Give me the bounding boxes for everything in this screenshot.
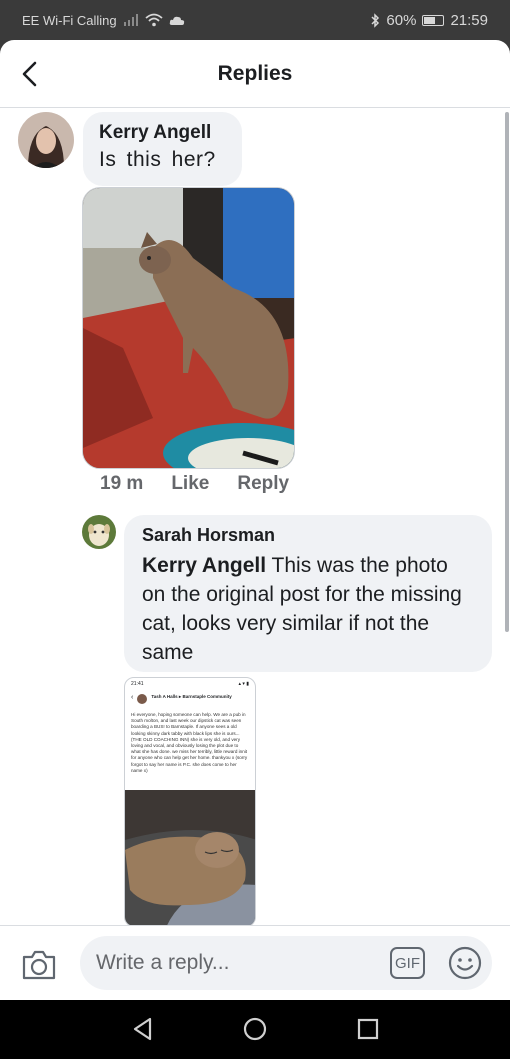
embedded-time: 21:41 <box>131 681 144 687</box>
clock: 21:59 <box>450 11 488 29</box>
comment-author[interactable]: Kerry Angell <box>99 122 226 144</box>
comment-text: Is this her? <box>99 148 216 171</box>
carrier-label: EE Wi-Fi Calling <box>22 12 117 28</box>
nav-home-button[interactable] <box>240 1014 270 1044</box>
wifi-icon <box>145 13 163 27</box>
embedded-status-bar: 21:41 ▴ ▾ ▮ <box>125 678 255 690</box>
embedded-post-text: Hi everyone, hoping someone can help. We… <box>131 712 248 773</box>
comment-actions: 19 m Like Reply <box>100 473 289 495</box>
emoji-icon <box>448 946 482 980</box>
camera-icon <box>22 950 56 980</box>
page-title: Replies <box>217 62 293 85</box>
comment-timestamp[interactable]: 19 m <box>100 473 143 495</box>
signal-icon <box>123 14 138 26</box>
bluetooth-icon <box>371 12 380 28</box>
triangle-back-icon <box>133 1017 152 1041</box>
cloud-icon <box>169 16 184 25</box>
reply-button[interactable]: Reply <box>237 473 289 495</box>
embedded-status-icons: ▴ ▾ ▮ <box>238 681 249 687</box>
embedded-post-header: ‹ Tash A Halls ▸ Barnstaple Community <box>125 690 255 708</box>
embedded-group-name: Tash A Halls ▸ Barnstaple Community <box>151 694 232 699</box>
sleeping-cat-image <box>125 790 255 926</box>
gif-button[interactable]: GIF <box>390 947 425 979</box>
embedded-back-icon: ‹ <box>131 694 134 701</box>
system-nav-bar <box>0 1000 510 1059</box>
comment-photo[interactable]: 21:41 ▴ ▾ ▮ ‹ Tash A Halls ▸ Barnstaple … <box>124 677 256 927</box>
nav-back-button[interactable] <box>128 1014 158 1044</box>
embedded-avatar <box>137 694 148 704</box>
replies-sheet: Replies Kerry Angell Is this her? 19 m L… <box>0 40 510 1000</box>
reply-composer: GIF <box>0 925 510 1000</box>
nav-recents-button[interactable] <box>353 1014 383 1044</box>
avatar[interactable] <box>18 112 74 168</box>
scrollbar[interactable] <box>505 112 509 632</box>
comment-bubble[interactable]: Sarah Horsman Kerry Angell This was the … <box>124 515 492 672</box>
battery-percent: 60% <box>386 11 417 29</box>
comment-photo[interactable] <box>82 187 295 469</box>
header: Replies <box>0 40 510 108</box>
comment-author[interactable]: Sarah Horsman <box>142 525 474 546</box>
square-recents-icon <box>357 1018 379 1040</box>
comment-bubble[interactable]: Kerry Angell Is this her? <box>83 112 242 186</box>
emoji-button[interactable] <box>448 946 482 980</box>
circle-home-icon <box>243 1017 267 1041</box>
comment-text: Kerry Angell This was the photo on the o… <box>142 551 474 667</box>
avatar[interactable] <box>82 515 116 549</box>
avatar-photo <box>82 515 116 549</box>
mention-link[interactable]: Kerry Angell <box>142 554 266 577</box>
status-bar: EE Wi-Fi Calling 60% 21:59 <box>0 0 510 40</box>
cat-on-bus-image <box>83 188 294 468</box>
like-button[interactable]: Like <box>171 473 209 495</box>
reply-input[interactable] <box>80 936 492 990</box>
camera-button[interactable] <box>20 946 58 984</box>
battery-icon <box>422 14 445 26</box>
avatar-photo <box>18 112 74 168</box>
